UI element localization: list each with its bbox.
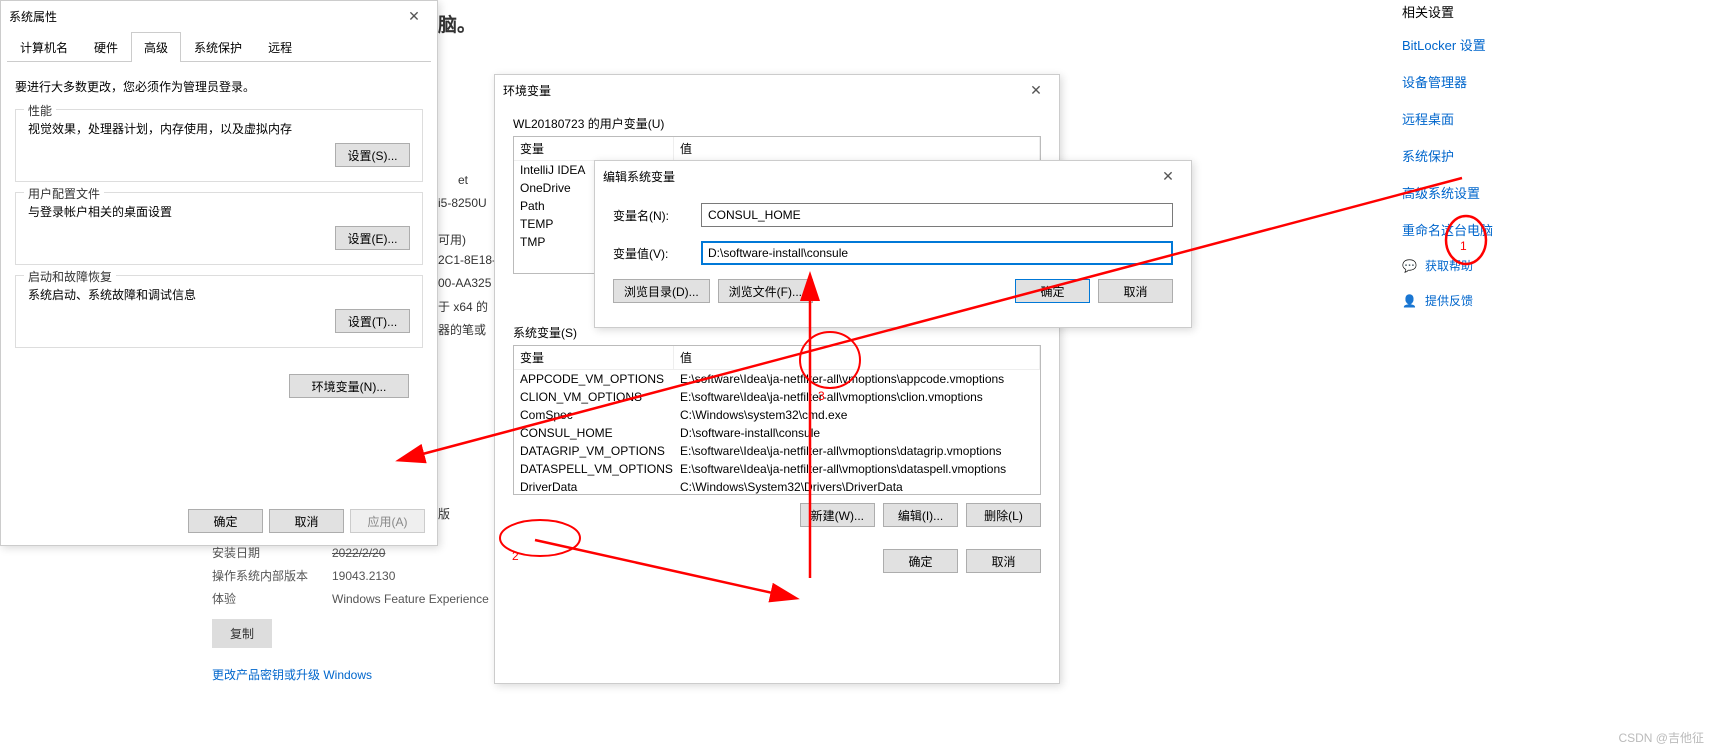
chat-icon: 💬 — [1402, 259, 1417, 273]
system-properties-window: 系统属性 ✕ 计算机名 硬件 高级 系统保护 远程 要进行大多数更改，您必须作为… — [0, 0, 438, 546]
cancel-button[interactable]: 取消 — [1098, 279, 1173, 303]
table-row[interactable]: DATASPELL_VM_OPTIONSE:\software\Idea\ja-… — [514, 460, 1040, 478]
bg-text: 器的笔或 — [438, 321, 486, 338]
sys-delete-button[interactable]: 删除(L) — [966, 503, 1041, 527]
sidebar-link-advanced-settings[interactable]: 高级系统设置 — [1402, 183, 1542, 202]
sys-new-button[interactable]: 新建(W)... — [800, 503, 875, 527]
tab-hardware[interactable]: 硬件 — [81, 32, 131, 62]
sidebar-link-remote-desktop[interactable]: 远程桌面 — [1402, 109, 1542, 128]
profile-group-title: 用户配置文件 — [24, 185, 104, 202]
close-button[interactable]: ✕ — [1149, 165, 1187, 187]
tab-computer-name[interactable]: 计算机名 — [7, 32, 81, 62]
osbuild-label: 操作系统内部版本 — [212, 567, 332, 584]
tab-system-protection[interactable]: 系统保护 — [181, 32, 255, 62]
startup-settings-button[interactable]: 设置(T)... — [335, 309, 410, 333]
experience-value: Windows Feature Experience — [332, 592, 489, 606]
ok-button[interactable]: 确定 — [1015, 279, 1090, 303]
cancel-button[interactable]: 取消 — [269, 509, 344, 533]
install-date-value: 2022/2/20 — [332, 546, 385, 560]
bg-text: 可用) — [438, 231, 466, 248]
feedback-icon: 👤 — [1402, 294, 1417, 308]
experience-label: 体验 — [212, 590, 332, 607]
browse-file-button[interactable]: 浏览文件(F)... — [718, 279, 813, 303]
bg-text: 00-AA325 — [438, 276, 491, 290]
col-header-variable: 变量 — [514, 346, 674, 369]
profile-settings-button[interactable]: 设置(E)... — [335, 226, 410, 250]
dialog-title: 编辑系统变量 — [603, 168, 1183, 185]
sidebar-link-system-protection[interactable]: 系统保护 — [1402, 146, 1542, 165]
change-product-key-link[interactable]: 更改产品密钥或升级 Windows — [212, 666, 532, 683]
table-row[interactable]: CONSUL_HOMED:\software-install\consule — [514, 424, 1040, 442]
edit-variable-dialog: 编辑系统变量 ✕ 变量名(N): 变量值(V): 浏览目录(D)... 浏览文件… — [594, 160, 1192, 328]
profile-desc: 与登录帐户相关的桌面设置 — [28, 203, 410, 220]
table-row[interactable]: APPCODE_VM_OPTIONSE:\software\Idea\ja-ne… — [514, 370, 1040, 388]
ok-button[interactable]: 确定 — [883, 549, 958, 573]
performance-group-title: 性能 — [24, 102, 56, 119]
col-header-variable: 变量 — [514, 137, 674, 160]
browse-dir-button[interactable]: 浏览目录(D)... — [613, 279, 710, 303]
apply-button[interactable]: 应用(A) — [350, 509, 425, 533]
var-value-label: 变量值(V): — [613, 245, 701, 262]
window-title: 环境变量 — [503, 82, 1051, 99]
bg-text: i5-8250U — [438, 196, 487, 210]
close-button[interactable]: ✕ — [1017, 79, 1055, 101]
feedback-link[interactable]: 👤提供反馈 — [1402, 292, 1542, 309]
col-header-value: 值 — [674, 137, 1040, 160]
watermark: CSDN @吉他征 — [1618, 729, 1704, 746]
tab-advanced[interactable]: 高级 — [131, 32, 181, 62]
performance-desc: 视觉效果，处理器计划，内存使用，以及虚拟内存 — [28, 120, 410, 137]
sidebar-link-bitlocker[interactable]: BitLocker 设置 — [1402, 35, 1542, 54]
var-value-input[interactable] — [701, 241, 1173, 265]
table-row[interactable]: DATAGRIP_VM_OPTIONSE:\software\Idea\ja-n… — [514, 442, 1040, 460]
bg-text: 于 x64 的 — [438, 298, 488, 315]
close-button[interactable]: ✕ — [395, 5, 433, 27]
bg-text: et — [458, 173, 468, 187]
bg-text: 2C1-8E18- — [438, 253, 496, 267]
cancel-button[interactable]: 取消 — [966, 549, 1041, 573]
admin-notice: 要进行大多数更改，您必须作为管理员登录。 — [15, 78, 423, 95]
var-name-input[interactable] — [701, 203, 1173, 227]
get-help-link[interactable]: 💬获取帮助 — [1402, 257, 1542, 274]
performance-settings-button[interactable]: 设置(S)... — [335, 143, 410, 167]
install-date-label: 安装日期 — [212, 544, 332, 561]
osbuild-value: 19043.2130 — [332, 569, 395, 583]
bg-text: 版 — [438, 505, 450, 522]
var-name-label: 变量名(N): — [613, 207, 701, 224]
copy-button[interactable]: 复制 — [212, 619, 272, 648]
related-settings-heading: 相关设置 — [1402, 2, 1542, 21]
bg-text: 脑。 — [438, 10, 476, 37]
environment-variables-button[interactable]: 环境变量(N)... — [289, 374, 409, 398]
startup-desc: 系统启动、系统故障和调试信息 — [28, 286, 410, 303]
col-header-value: 值 — [674, 346, 1040, 369]
startup-group-title: 启动和故障恢复 — [24, 268, 116, 285]
table-row[interactable]: CLION_VM_OPTIONSE:\software\Idea\ja-netf… — [514, 388, 1040, 406]
table-row[interactable]: ComSpecC:\Windows\system32\cmd.exe — [514, 406, 1040, 424]
sidebar-link-device-manager[interactable]: 设备管理器 — [1402, 72, 1542, 91]
table-row[interactable]: DriverDataC:\Windows\System32\Drivers\Dr… — [514, 478, 1040, 495]
sys-edit-button[interactable]: 编辑(I)... — [883, 503, 958, 527]
window-title: 系统属性 — [9, 8, 429, 25]
tab-remote[interactable]: 远程 — [255, 32, 305, 62]
ok-button[interactable]: 确定 — [188, 509, 263, 533]
sys-vars-listbox[interactable]: 变量 值 APPCODE_VM_OPTIONSE:\software\Idea\… — [513, 345, 1041, 495]
user-vars-label: WL20180723 的用户变量(U) — [513, 115, 1041, 132]
sidebar-link-rename-pc[interactable]: 重命名这台电脑 — [1402, 220, 1542, 239]
